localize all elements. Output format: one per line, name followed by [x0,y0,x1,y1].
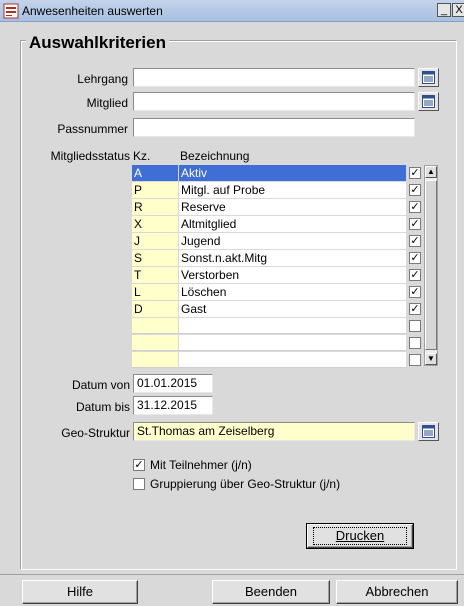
status-kz-cell[interactable] [132,352,178,368]
scroll-up-arrow-icon[interactable]: ▲ [425,166,437,178]
status-row[interactable] [132,352,406,369]
datum-bis-field[interactable]: 31.12.2015 [133,396,213,415]
geo-struktur-field[interactable]: St.Thomas am Zeiselberg [133,422,415,441]
geo-struktur-label: Geo-Struktur [61,426,130,440]
mitglied-lov-button[interactable] [418,92,439,111]
status-row[interactable]: D Gast [132,301,406,318]
drucken-button-label: Drucken [312,527,408,545]
status-kz-cell[interactable]: X [132,216,178,232]
group-title: Auswahlkriterien [26,33,169,53]
status-row[interactable]: A Aktiv [132,165,406,182]
mitglied-label: Mitglied [86,96,128,110]
status-bezeichnung-cell[interactable]: Aktiv [179,165,406,181]
scroll-down-arrow-icon[interactable]: ▼ [425,353,437,365]
beenden-button[interactable]: Beenden [212,580,330,604]
status-bezeichnung-cell[interactable]: Verstorben [179,267,406,283]
lehrgang-lov-button[interactable] [418,68,439,87]
app-icon [3,3,19,19]
column-header-bezeichnung: Bezeichnung [180,149,250,163]
window-title: Anwesenheiten auswerten [22,4,163,18]
status-kz-cell[interactable]: J [132,233,178,249]
status-checkbox[interactable]: ✓ [409,235,421,247]
status-row[interactable] [132,335,406,352]
lehrgang-label: Lehrgang [77,72,128,86]
separator [0,574,464,575]
scroll-thumb[interactable] [425,180,437,350]
gruppierung-label: Gruppierung über Geo-Struktur (j/n) [150,477,341,491]
status-kz-cell[interactable]: A [132,165,178,181]
status-bezeichnung-cell[interactable] [179,352,406,368]
gruppierung-checkbox[interactable] [133,478,145,490]
status-kz-cell[interactable]: R [132,199,178,215]
status-kz-cell[interactable]: P [132,182,178,198]
status-checkbox[interactable]: ✓ [409,303,421,315]
list-icon [422,95,435,108]
status-bezeichnung-cell[interactable]: Löschen [179,284,406,300]
status-checkbox[interactable]: ✓ [409,184,421,196]
status-checkbox[interactable]: ✓ [409,286,421,298]
drucken-button[interactable]: Drucken [306,523,414,549]
status-checkbox[interactable]: ✓ [409,218,421,230]
status-row[interactable]: R Reserve [132,199,406,216]
mitglied-field[interactable] [133,92,415,111]
mitgliedsstatus-label: Mitgliedsstatus [50,149,130,163]
datum-von-field[interactable]: 01.01.2015 [133,374,213,393]
datum-bis-label: Datum bis [75,400,130,414]
lehrgang-field[interactable] [133,68,415,87]
status-kz-cell[interactable]: L [132,284,178,300]
status-row[interactable]: P Mitgl. auf Probe [132,182,406,199]
status-checkbox[interactable]: ✓ [409,252,421,264]
close-button[interactable]: X [452,3,464,17]
mit-teilnehmer-label: Mit Teilnehmer (j/n) [150,458,252,472]
grid-scrollbar[interactable]: ▲ ▼ [424,165,438,366]
mit-teilnehmer-checkbox[interactable]: ✓ [133,459,145,471]
list-icon [422,425,435,438]
status-bezeichnung-cell[interactable]: Mitgl. auf Probe [179,182,406,198]
datum-von-label: Datum von [71,378,130,392]
status-kz-cell[interactable]: D [132,301,178,317]
status-bezeichnung-cell[interactable]: Gast [179,301,406,317]
status-checkbox[interactable]: ✓ [409,167,421,179]
status-row[interactable] [132,318,406,335]
status-row[interactable]: J Jugend [132,233,406,250]
status-bezeichnung-cell[interactable]: Altmitglied [179,216,406,232]
status-row[interactable]: T Verstorben [132,267,406,284]
status-kz-cell[interactable] [132,335,178,351]
status-checkbox[interactable] [409,354,421,366]
status-bezeichnung-cell[interactable]: Jugend [179,233,406,249]
passnummer-field[interactable] [133,118,415,137]
status-checkbox[interactable]: ✓ [409,201,421,213]
status-kz-cell[interactable] [132,318,178,334]
status-checkbox[interactable] [409,320,421,332]
geo-struktur-lov-button[interactable] [418,422,439,441]
list-icon [422,71,435,84]
status-kz-cell[interactable]: T [132,267,178,283]
status-checkbox[interactable] [409,337,421,349]
status-bezeichnung-cell[interactable] [179,335,406,351]
minimize-button[interactable]: _ [437,3,451,17]
passnummer-label: Passnummer [57,122,128,136]
status-row[interactable]: S Sonst.n.akt.Mitg [132,250,406,267]
status-bezeichnung-cell[interactable] [179,318,406,334]
status-row[interactable]: X Altmitglied [132,216,406,233]
title-bar: Anwesenheiten auswerten _ X [0,0,464,22]
status-row[interactable]: L Löschen [132,284,406,301]
status-bezeichnung-cell[interactable]: Reserve [179,199,406,215]
status-bezeichnung-cell[interactable]: Sonst.n.akt.Mitg [179,250,406,266]
status-checkbox[interactable]: ✓ [409,269,421,281]
hilfe-button[interactable]: Hilfe [22,580,138,604]
column-header-kz: Kz. [133,149,151,163]
status-kz-cell[interactable]: S [132,250,178,266]
abbrechen-button[interactable]: Abbrechen [336,580,458,604]
